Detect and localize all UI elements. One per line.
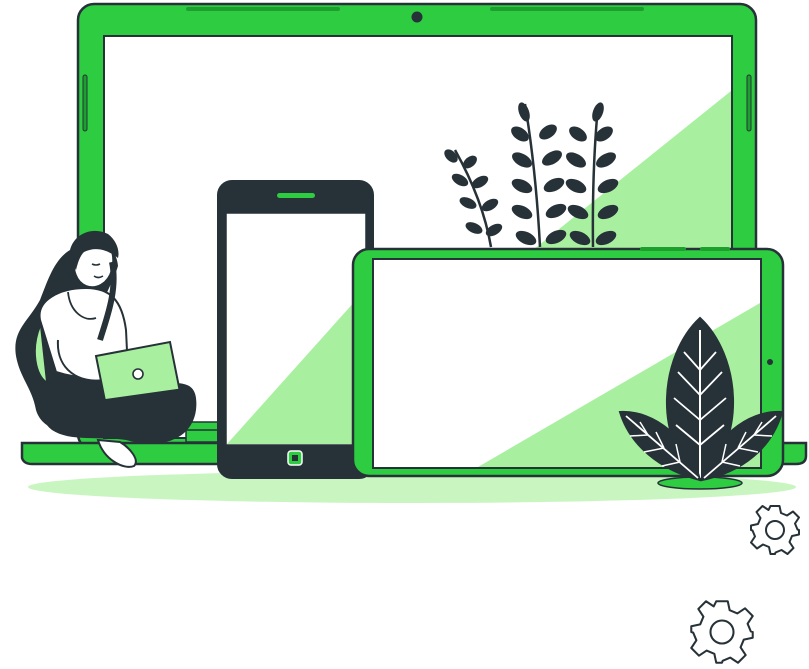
smartphone-speaker (277, 193, 315, 198)
settings-gear-icon[interactable] (750, 505, 800, 555)
laptop-camera-icon (411, 11, 423, 23)
responsive-devices-illustration (15, 2, 808, 664)
smartphone (217, 180, 374, 479)
tablet-camera-icon (767, 359, 773, 365)
settings-gear-icon[interactable] (690, 600, 754, 664)
